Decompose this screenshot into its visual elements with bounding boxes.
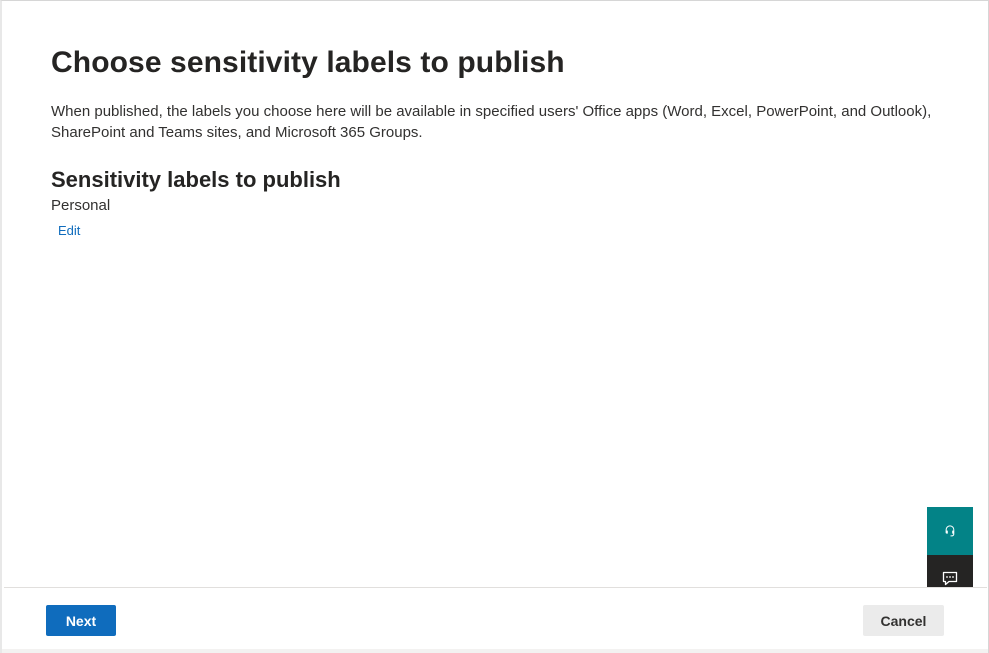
wizard-content: Choose sensitivity labels to publish Whe… <box>51 43 951 240</box>
headset-icon <box>945 525 955 537</box>
cancel-button[interactable]: Cancel <box>863 605 944 636</box>
wizard-panel: Choose sensitivity labels to publish Whe… <box>0 0 989 653</box>
section-heading: Sensitivity labels to publish <box>51 167 341 192</box>
bottom-edge <box>2 649 988 653</box>
page-description: When published, the labels you choose he… <box>51 103 932 141</box>
wizard-footer: Next Cancel <box>2 588 988 653</box>
next-button[interactable]: Next <box>46 605 116 636</box>
help-button[interactable] <box>927 507 973 555</box>
feedback-icon <box>942 571 958 585</box>
edit-labels-link[interactable]: Edit <box>58 223 80 238</box>
page-title: Choose sensitivity labels to publish <box>51 46 565 79</box>
selected-labels-value: Personal <box>51 197 111 214</box>
